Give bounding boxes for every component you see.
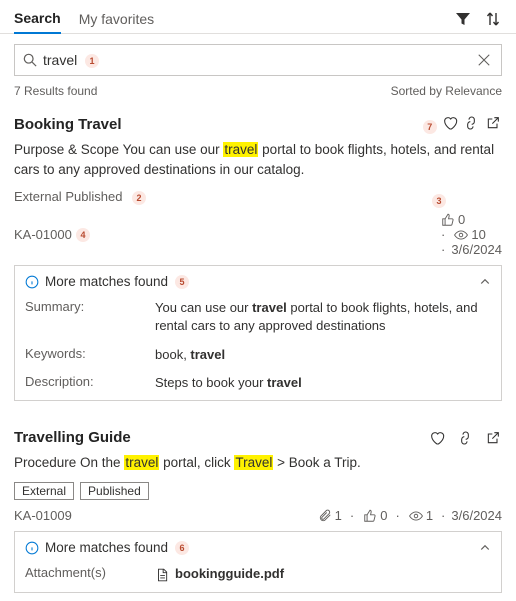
search-icon — [23, 53, 37, 67]
keywords-value: book, travel — [155, 346, 491, 364]
article-id: KA-01009 — [14, 508, 72, 523]
result-badges: External Published — [14, 482, 502, 500]
more-matches-panel: More matches found 5 Summary: You can us… — [14, 265, 502, 401]
callout-3: 3 — [432, 194, 446, 208]
description-label: Description: — [25, 374, 155, 392]
highlight: travel — [223, 142, 258, 157]
callout-7: 7 — [423, 120, 437, 134]
open-external-icon[interactable] — [484, 114, 502, 132]
attachments-label: Attachment(s) — [25, 565, 155, 583]
callout-1: 1 — [85, 54, 99, 68]
result-title[interactable]: Booking Travel — [14, 116, 122, 133]
views-icon: 10 — [441, 227, 502, 242]
callout-4: 4 — [76, 228, 90, 242]
badge-published: Published — [65, 189, 122, 204]
info-icon — [25, 275, 39, 289]
search-input[interactable] — [43, 52, 469, 68]
clear-search-icon[interactable] — [475, 51, 493, 69]
result-item: Booking Travel 7 Purpose & Scope You can… — [0, 104, 516, 409]
summary-value: You can use our travel portal to book fl… — [155, 299, 491, 335]
result-badges: External Published 2 — [14, 189, 122, 204]
sort-label: Sorted by Relevance — [391, 84, 502, 98]
result-date: 3/6/2024 — [441, 508, 502, 523]
more-matches-toggle[interactable]: More matches found 5 — [25, 274, 491, 289]
tab-favorites[interactable]: My favorites — [79, 5, 154, 33]
result-date: 3/6/2024 — [441, 242, 502, 257]
result-snippet: Purpose & Scope You can use our travel p… — [14, 140, 502, 179]
filter-icon[interactable] — [454, 10, 472, 28]
search-box[interactable]: 1 — [14, 44, 502, 76]
attachments-value[interactable]: bookingguide.pdf — [155, 565, 491, 583]
keywords-label: Keywords: — [25, 346, 155, 364]
highlight: travel — [124, 455, 159, 470]
result-snippet: Procedure On the travel portal, click Tr… — [14, 453, 502, 473]
chevron-up-icon — [479, 542, 491, 554]
tab-bar: Search My favorites — [0, 0, 516, 34]
sort-icon[interactable] — [484, 10, 502, 28]
description-value: Steps to book your travel — [155, 374, 491, 392]
views-icon: 1 — [395, 508, 433, 523]
badge-published: Published — [80, 482, 149, 500]
copy-link-icon[interactable] — [462, 114, 480, 132]
thumbs-up-icon[interactable]: 0 — [350, 508, 388, 523]
attachment-icon[interactable]: 1 — [318, 508, 342, 523]
open-external-icon[interactable] — [484, 429, 502, 447]
chevron-up-icon — [479, 276, 491, 288]
callout-5: 5 — [175, 275, 189, 289]
results-count: 7 Results found — [14, 84, 97, 98]
thumbs-up-icon[interactable]: 0 — [441, 212, 502, 227]
badge-external: External — [14, 189, 62, 204]
favorite-icon[interactable] — [428, 429, 446, 447]
callout-2: 2 — [132, 191, 146, 205]
article-id: KA-01000 — [14, 227, 72, 242]
summary-label: Summary: — [25, 299, 155, 335]
result-item: Travelling Guide Procedure On the travel… — [0, 419, 516, 601]
file-icon — [155, 568, 169, 582]
more-matches-toggle[interactable]: More matches found 6 — [25, 540, 491, 555]
highlight: Travel — [234, 455, 273, 470]
result-title[interactable]: Travelling Guide — [14, 429, 131, 446]
more-matches-panel: More matches found 6 Attachment(s) booki… — [14, 531, 502, 592]
search-area: 1 — [0, 34, 516, 82]
copy-link-icon[interactable] — [456, 429, 474, 447]
badge-external: External — [14, 482, 74, 500]
info-icon — [25, 541, 39, 555]
favorite-icon[interactable] — [441, 114, 459, 132]
results-meta: 7 Results found Sorted by Relevance — [0, 82, 516, 104]
tab-search[interactable]: Search — [14, 4, 61, 34]
callout-6: 6 — [175, 541, 189, 555]
